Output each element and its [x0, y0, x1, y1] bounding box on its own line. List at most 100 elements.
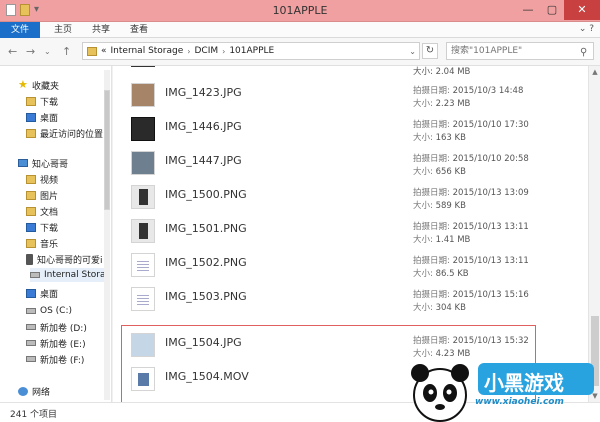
sidebar-item-downloads[interactable]: 下载: [26, 94, 58, 108]
recent-places-icon: [26, 128, 36, 138]
list-item[interactable]: IMG_1446.JPG 拍摄日期: 2015/10/10 17:30 大小: …: [113, 114, 588, 148]
sidebar-item-favorites[interactable]: ★ 收藏夹: [18, 78, 59, 92]
file-name: IMG_1446.JPG: [165, 120, 242, 133]
desktop-icon: [26, 112, 36, 122]
sidebar-item-desktop-pc[interactable]: 桌面: [26, 286, 58, 300]
forward-arrow-icon[interactable]: →: [26, 45, 35, 58]
search-input[interactable]: [446, 42, 594, 60]
file-date: 2015/10/10 20:58: [452, 154, 529, 164]
sidebar-item-label: 视频: [40, 175, 59, 186]
date-label: 拍摄日期:: [413, 154, 450, 164]
sidebar-item-label: 文档: [40, 207, 59, 218]
file-thumbnail: [131, 117, 155, 141]
sidebar-item-drive-c[interactable]: OS (C:): [26, 304, 72, 318]
sidebar-item-drive-f[interactable]: 新加卷 (F:): [26, 352, 84, 366]
list-item[interactable]: IMG_1503.PNG 拍摄日期: 2015/10/13 15:16 大小: …: [113, 284, 588, 318]
sidebar-item-label: 知心哥哥: [32, 159, 69, 170]
breadcrumb-internal-storage[interactable]: Internal Storage: [111, 46, 184, 56]
search-icon[interactable]: ⚲: [580, 47, 587, 58]
size-label: 大小:: [413, 235, 433, 245]
folder-icon: [26, 96, 36, 106]
list-item[interactable]: IMG_1447.JPG 拍摄日期: 2015/10/10 20:58 大小: …: [113, 148, 588, 182]
list-item[interactable]: 大小: 2.04 MB: [113, 66, 588, 80]
chevron-down-icon[interactable]: ⌄: [409, 47, 419, 56]
close-button[interactable]: ✕: [564, 0, 600, 20]
size-label: 大小:: [413, 201, 433, 211]
file-size: 1.41 MB: [435, 235, 471, 245]
date-label: 拍摄日期:: [413, 256, 450, 266]
sidebar-item-label: 新加卷 (E:): [40, 339, 86, 350]
scroll-up-icon[interactable]: ▲: [589, 66, 600, 78]
tab-home[interactable]: 主页: [46, 22, 80, 38]
list-item[interactable]: IMG_1501.PNG 拍摄日期: 2015/10/13 13:11 大小: …: [113, 216, 588, 250]
desktop-icon: [26, 288, 36, 298]
address-bar[interactable]: « Internal Storage › DCIM › 101APPLE ⌄: [82, 42, 420, 60]
file-name: IMG_1501.PNG: [165, 222, 247, 235]
refresh-icon[interactable]: ↻: [422, 43, 438, 59]
list-item[interactable]: IMG_1502.PNG 拍摄日期: 2015/10/13 13:11 大小: …: [113, 250, 588, 284]
sidebar-item-label: 音乐: [40, 239, 59, 250]
minimize-button[interactable]: —: [516, 0, 540, 20]
date-label: 拍摄日期:: [413, 120, 450, 130]
file-name: IMG_1503.PNG: [165, 290, 247, 303]
sidebar-item-documents[interactable]: 文档: [26, 204, 58, 218]
drive-icon: [26, 308, 36, 314]
chevron-right-icon[interactable]: ›: [187, 47, 190, 56]
sidebar-item-downloads-pc[interactable]: 下载: [26, 220, 58, 234]
file-date: 2015/10/13 13:11: [452, 256, 529, 266]
sidebar-item-pictures[interactable]: 图片: [26, 188, 58, 202]
sidebar-item-videos[interactable]: 视频: [26, 172, 58, 186]
sidebar-item-music[interactable]: 音乐: [26, 236, 58, 250]
up-arrow-icon[interactable]: ↑: [62, 45, 71, 58]
sidebar-item-this-pc[interactable]: 知心哥哥: [18, 156, 68, 170]
sidebar-item-label: 收藏夹: [32, 81, 60, 92]
music-folder-icon: [26, 238, 36, 248]
file-thumbnail: [131, 151, 155, 175]
sidebar-item-iphone[interactable]: 知心哥哥的可爱i: [26, 252, 106, 266]
title-bar: ▾ 101APPLE — ▢ ✕: [0, 0, 600, 22]
sidebar-item-label: 桌面: [40, 289, 59, 300]
ribbon: 文件 主页 共享 查看 ⌄ ?: [0, 22, 600, 38]
sidebar-item-label: OS (C:): [40, 306, 72, 316]
pc-icon: [18, 159, 28, 167]
file-thumbnail: [131, 253, 155, 277]
list-item[interactable]: IMG_1423.JPG 拍摄日期: 2015/10/3 14:48 大小: 2…: [113, 80, 588, 114]
size-label: 大小:: [413, 269, 433, 279]
help-icon[interactable]: ⌄ ?: [579, 24, 594, 34]
sidebar-item-label: 新加卷 (D:): [40, 323, 87, 334]
navigation-pane: ★ 收藏夹 下载 桌面 最近访问的位置 知心哥哥 视频 图片 文档 下载 音乐 …: [0, 66, 112, 402]
breadcrumb-overflow[interactable]: «: [101, 46, 107, 56]
file-size: 656 KB: [435, 167, 466, 177]
sidebar-scrollbar[interactable]: [104, 70, 110, 400]
navigation-bar: ← → ⌄ ↑ « Internal Storage › DCIM › 101A…: [0, 38, 600, 66]
date-label: 拍摄日期:: [413, 222, 450, 232]
sidebar-item-drive-e[interactable]: 新加卷 (E:): [26, 336, 86, 350]
tab-share[interactable]: 共享: [84, 22, 118, 38]
drive-icon: [30, 272, 40, 278]
tab-view[interactable]: 查看: [122, 22, 156, 38]
chevron-right-icon[interactable]: ›: [222, 47, 225, 56]
size-label: 大小:: [413, 99, 433, 109]
list-item[interactable]: IMG_1500.PNG 拍摄日期: 2015/10/13 13:09 大小: …: [113, 182, 588, 216]
sidebar-item-label: Internal Stora: [44, 270, 104, 280]
file-date: 2015/10/3 14:48: [452, 86, 524, 96]
sidebar-item-desktop[interactable]: 桌面: [26, 110, 58, 124]
scroll-down-icon[interactable]: ▼: [589, 390, 600, 402]
sidebar-item-label: 网络: [32, 387, 51, 398]
scrollbar-thumb[interactable]: [591, 316, 599, 386]
sidebar-item-drive-d[interactable]: 新加卷 (D:): [26, 320, 87, 334]
sidebar-item-network[interactable]: 网络: [18, 384, 50, 398]
back-arrow-icon[interactable]: ←: [8, 45, 17, 58]
tab-file[interactable]: 文件: [0, 22, 40, 38]
scrollbar-thumb[interactable]: [104, 90, 110, 210]
maximize-button[interactable]: ▢: [540, 0, 564, 20]
sidebar-item-internal-storage[interactable]: Internal Stora: [30, 268, 104, 282]
breadcrumb-dcim[interactable]: DCIM: [194, 46, 218, 56]
sidebar-item-label: 图片: [40, 191, 59, 202]
date-label: 拍摄日期:: [413, 290, 450, 300]
sidebar-item-recent[interactable]: 最近访问的位置: [26, 126, 103, 140]
file-list-scrollbar[interactable]: ▲ ▼: [588, 66, 600, 402]
breadcrumb-101apple[interactable]: 101APPLE: [229, 46, 274, 56]
file-date: 2015/10/13 15:16: [452, 290, 529, 300]
recent-dropdown-icon[interactable]: ⌄: [44, 47, 51, 56]
